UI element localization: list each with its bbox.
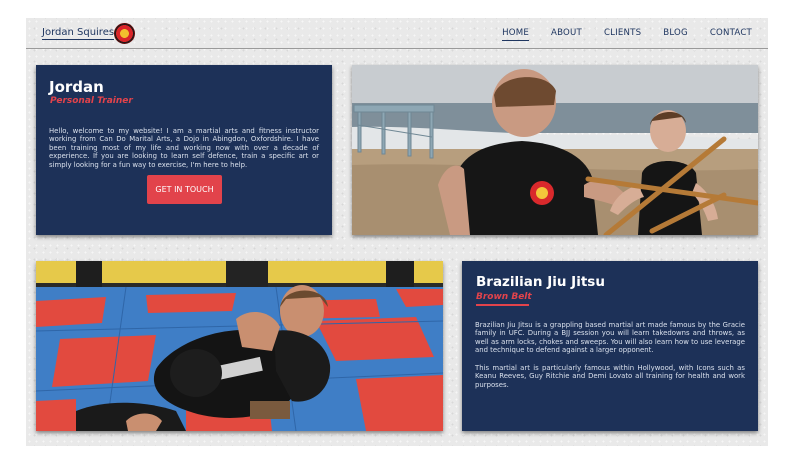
intro-title: Jordan [49,78,104,96]
nav-contact[interactable]: CONTACT [710,28,752,41]
intro-card: Jordan Personal Trainer Hello, welcome t… [36,65,332,235]
brand-name-link[interactable]: Jordan Squires [42,27,115,40]
nav-clients[interactable]: CLIENTS [604,28,641,41]
bjj-title: Brazilian Jiu Jitsu [476,274,605,290]
bjj-paragraph-2: This martial art is particularly famous … [475,364,745,389]
main-nav: HOME ABOUT CLIENTS BLOG CONTACT [502,28,752,41]
page-container: Jordan Squires HOME ABOUT CLIENTS BLOG C… [26,18,768,446]
beach-training-photo [352,65,758,235]
bjj-paragraph-1: Brazilian Jiu Jitsu is a grappling based… [475,321,745,355]
site-header: Jordan Squires HOME ABOUT CLIENTS BLOG C… [26,18,768,49]
martial-arts-emblem-icon[interactable] [114,23,135,44]
bjj-subtitle: Brown Belt [476,292,532,302]
nav-blog[interactable]: BLOG [663,28,688,41]
bjj-card: Brazilian Jiu Jitsu Brown Belt Brazilian… [462,261,758,431]
intro-subtitle: Personal Trainer [50,96,133,106]
get-in-touch-button[interactable]: GET IN TOUCH [147,175,222,204]
grappling-training-photo [36,261,443,431]
nav-home[interactable]: HOME [502,28,529,41]
intro-body: Hello, welcome to my website! I am a mar… [49,127,319,169]
nav-about[interactable]: ABOUT [551,28,582,41]
subtitle-underline [476,304,529,306]
